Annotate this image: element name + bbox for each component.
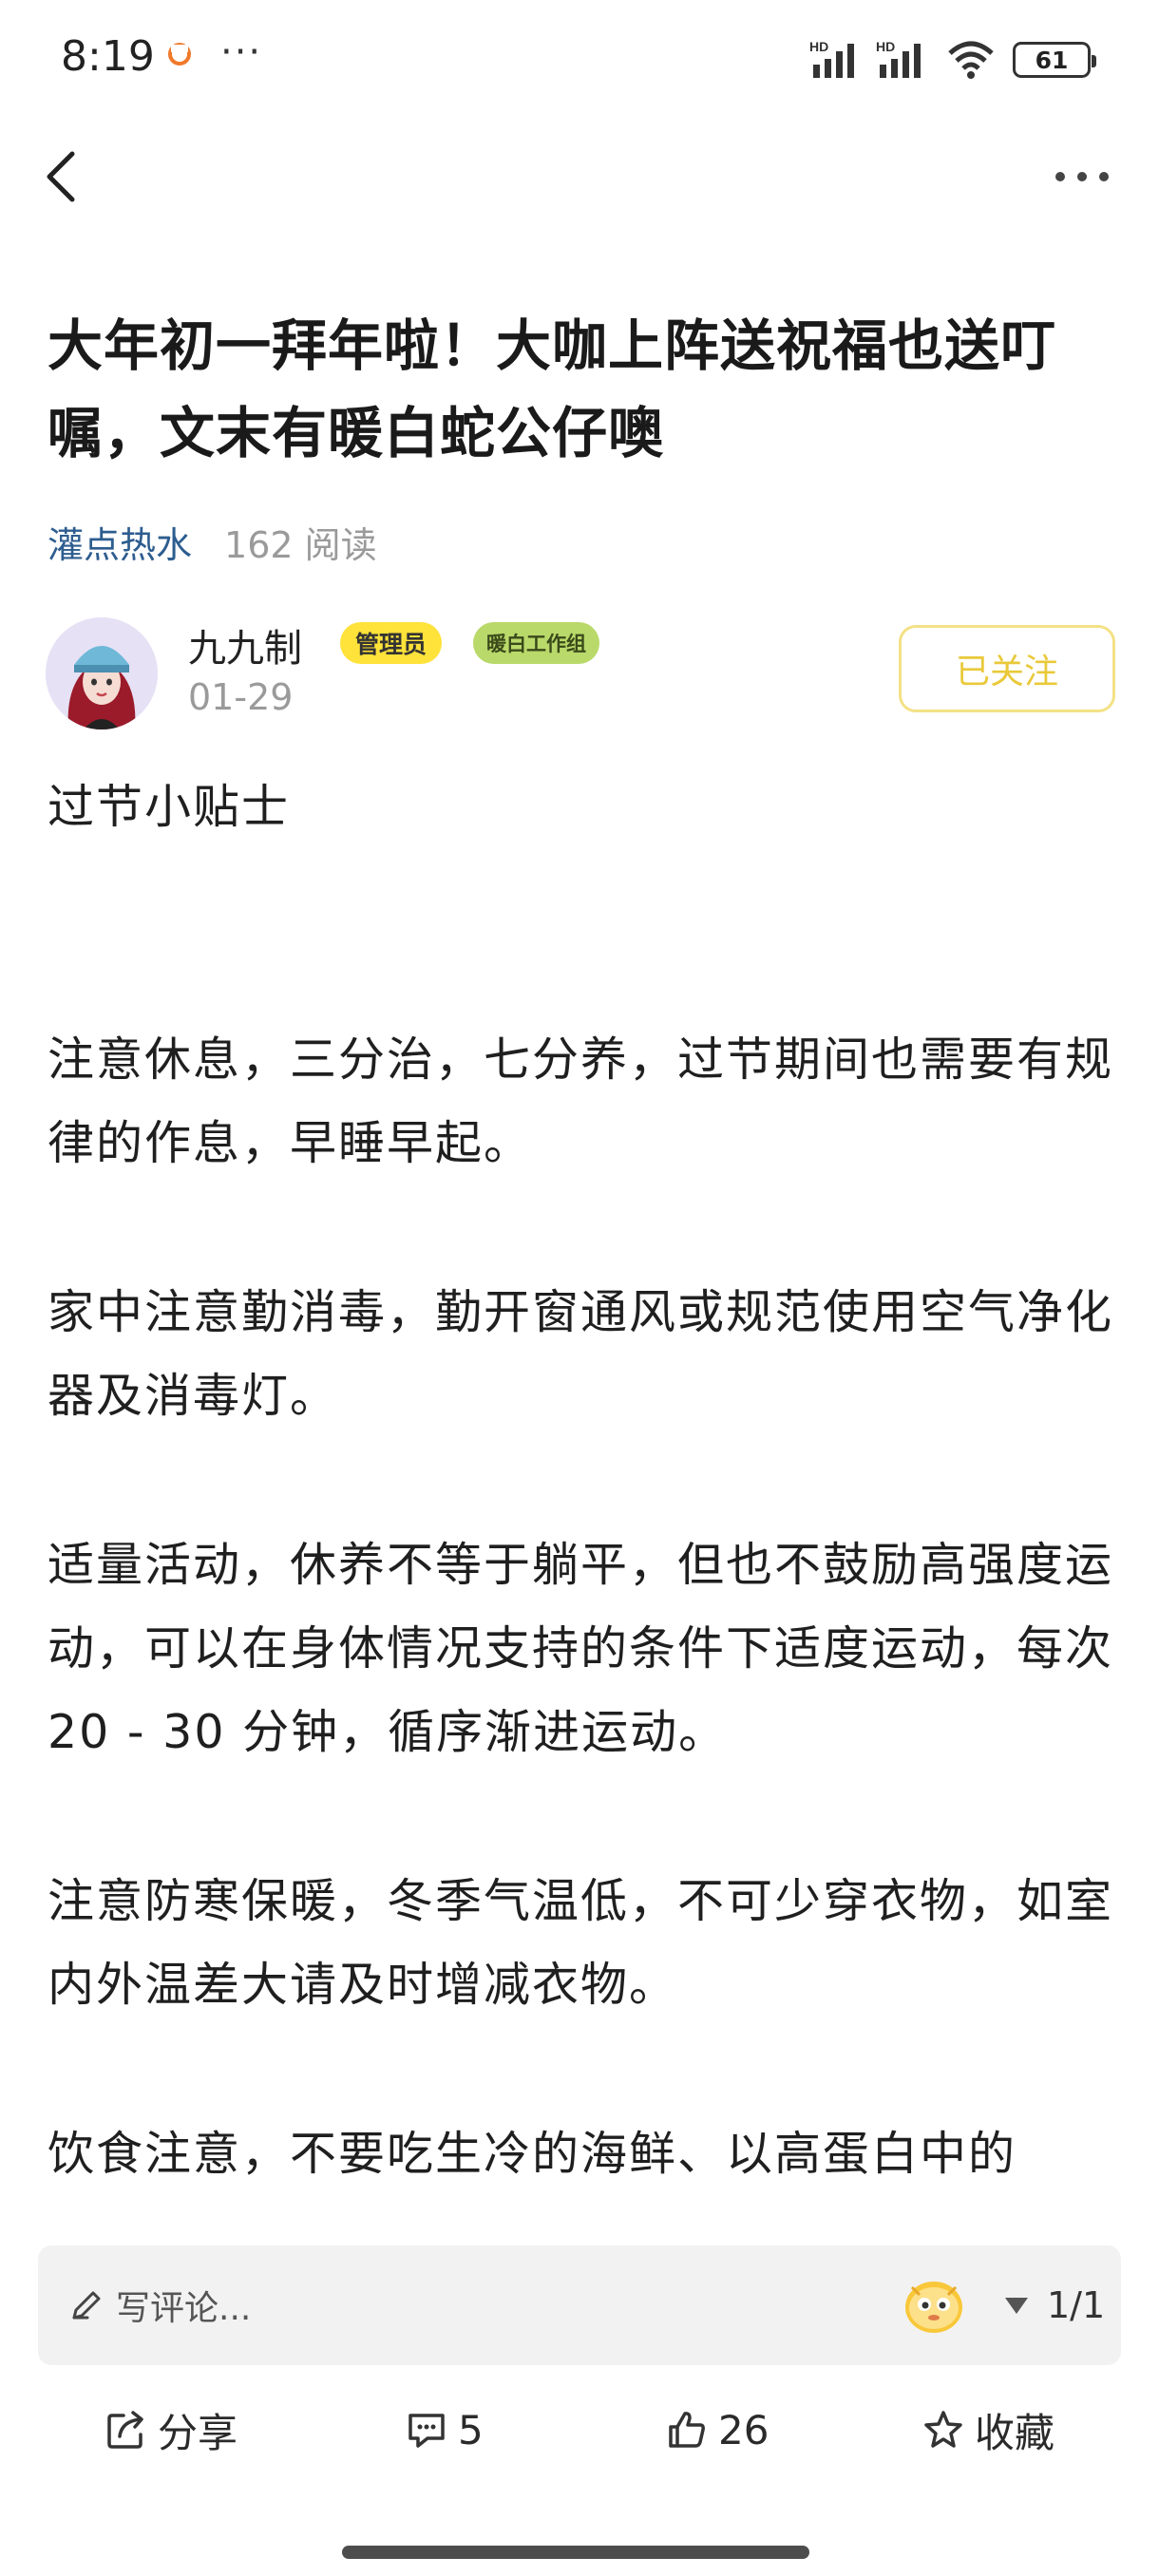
comments-count: 5 xyxy=(458,2406,484,2453)
back-button[interactable] xyxy=(36,146,89,207)
group-badge: 暖白工作组 xyxy=(473,622,599,664)
article-meta: 灌点热水 162 阅读 xyxy=(48,517,377,566)
pencil-icon xyxy=(72,2291,101,2320)
status-bar: 8:19 ··· HD HD 61 xyxy=(0,0,1159,118)
author-avatar[interactable] xyxy=(46,617,158,729)
author-name[interactable]: 九九制 xyxy=(188,617,302,672)
comment-icon xyxy=(408,2414,445,2448)
more-options-button[interactable] xyxy=(1051,158,1113,196)
home-indicator[interactable] xyxy=(342,2546,809,2559)
dropdown-triangle-icon xyxy=(1005,2298,1028,2314)
article-title: 大年初一拜年啦！大咖上阵送祝福也送叮嘱，文末有暖白蛇公仔噢 xyxy=(48,313,1057,465)
favorite-button[interactable]: 收藏 xyxy=(922,2382,1054,2477)
paragraph: 过节小贴士 xyxy=(48,780,291,834)
category-link[interactable]: 灌点热水 xyxy=(48,516,192,568)
wifi-icon xyxy=(948,41,994,79)
app-notification-icon xyxy=(168,43,191,66)
share-icon xyxy=(107,2411,143,2449)
comments-button[interactable]: 5 xyxy=(405,2382,484,2477)
avatar-illustration xyxy=(46,617,158,729)
admin-badge: 管理员 xyxy=(340,622,443,664)
read-count: 162 阅读 xyxy=(224,523,377,566)
emoji-button[interactable] xyxy=(901,2274,967,2337)
follow-button[interactable]: 已关注 xyxy=(899,625,1115,712)
paragraph: 注意休息，三分治，七分养，过节期间也需要有规律的作息，早睡早起。 xyxy=(48,1032,1114,1170)
thumbs-up-icon xyxy=(669,2412,705,2448)
favorite-label: 收藏 xyxy=(975,2409,1055,2456)
comment-placeholder: 写评论... xyxy=(116,2289,252,2328)
post-date: 01-29 xyxy=(188,676,294,718)
comment-input[interactable]: 写评论... xyxy=(66,2245,251,2365)
status-more-icon: ··· xyxy=(220,30,263,74)
svg-text:HD: HD xyxy=(809,39,828,54)
paragraph: 注意防寒保暖，冬季气温低，不可少穿衣物，如室内外温差大请及时增减衣物。 xyxy=(48,1874,1114,2012)
page-indicator[interactable]: 1/1 xyxy=(1003,2245,1105,2365)
signal-hd-icon-2: HD xyxy=(876,39,921,78)
battery-icon: 61 xyxy=(1013,42,1096,78)
paragraph: 家中注意勤消毒，勤开窗通风或规范使用空气净化器及消毒灯。 xyxy=(48,1285,1114,1423)
star-icon xyxy=(924,2411,962,2448)
svg-text:HD: HD xyxy=(876,39,895,54)
signal-hd-icon: HD xyxy=(809,39,854,78)
paragraph: 饮食注意，不要吃生冷的海鲜、以高蛋白中的 xyxy=(48,2127,1017,2181)
comment-bar: 写评论... 1/1 xyxy=(38,2245,1121,2365)
status-time: 8:19 xyxy=(61,32,155,81)
likes-count: 26 xyxy=(718,2406,770,2453)
page-number: 1/1 xyxy=(1047,2284,1106,2326)
share-button[interactable]: 分享 xyxy=(104,2382,238,2477)
like-button[interactable]: 26 xyxy=(665,2382,769,2477)
share-label: 分享 xyxy=(158,2409,238,2456)
action-bar: 分享 5 26 收藏 xyxy=(0,2382,1159,2477)
paragraph: 适量活动，休养不等于躺平，但也不鼓励高强度运动，可以在身体情况支持的条件下适度运… xyxy=(48,1538,1114,1759)
